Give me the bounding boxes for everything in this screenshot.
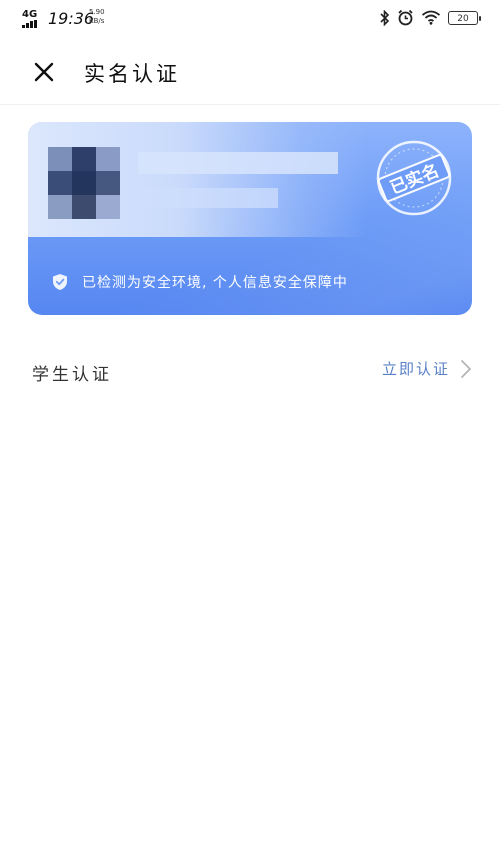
battery-icon: 20 bbox=[448, 10, 481, 25]
wifi-icon bbox=[421, 10, 441, 25]
verify-now-button[interactable]: 立即认证 bbox=[382, 358, 472, 379]
status-bar: 4G 19:36 5.90 KB/s 20 bbox=[0, 0, 500, 38]
network-speed: 5.90 KB/s bbox=[89, 8, 105, 26]
shield-check-icon bbox=[53, 274, 67, 290]
app-header: 实名认证 bbox=[0, 38, 500, 105]
identity-card: 已实名 已检测为安全环境, 个人信息安全保障中 bbox=[28, 122, 472, 315]
signal-icon bbox=[22, 20, 38, 28]
speed-unit: KB/s bbox=[89, 17, 105, 25]
speed-value: 5.90 bbox=[89, 8, 105, 16]
verify-now-label: 立即认证 bbox=[381, 360, 450, 378]
bluetooth-icon bbox=[380, 9, 390, 26]
avatar bbox=[48, 147, 120, 219]
status-icons: 20 bbox=[380, 9, 481, 26]
student-verification-label: 学生认证 bbox=[32, 365, 112, 385]
alarm-icon bbox=[398, 9, 413, 26]
close-icon bbox=[34, 62, 54, 82]
close-button[interactable] bbox=[26, 54, 62, 90]
security-notice-text: 已检测为安全环境, 个人信息安全保障中 bbox=[82, 275, 348, 291]
redacted-name bbox=[138, 152, 338, 174]
redacted-id bbox=[138, 188, 278, 208]
chevron-right-icon bbox=[461, 359, 471, 378]
security-notice: 已检测为安全环境, 个人信息安全保障中 bbox=[52, 270, 348, 294]
page-title: 实名认证 bbox=[84, 62, 180, 86]
verified-stamp-icon: 已实名 bbox=[376, 140, 452, 216]
network-type: 4G bbox=[22, 9, 38, 20]
clock-time: 19:36 bbox=[48, 9, 95, 28]
student-verification-row[interactable]: 学生认证 立即认证 bbox=[0, 344, 500, 400]
